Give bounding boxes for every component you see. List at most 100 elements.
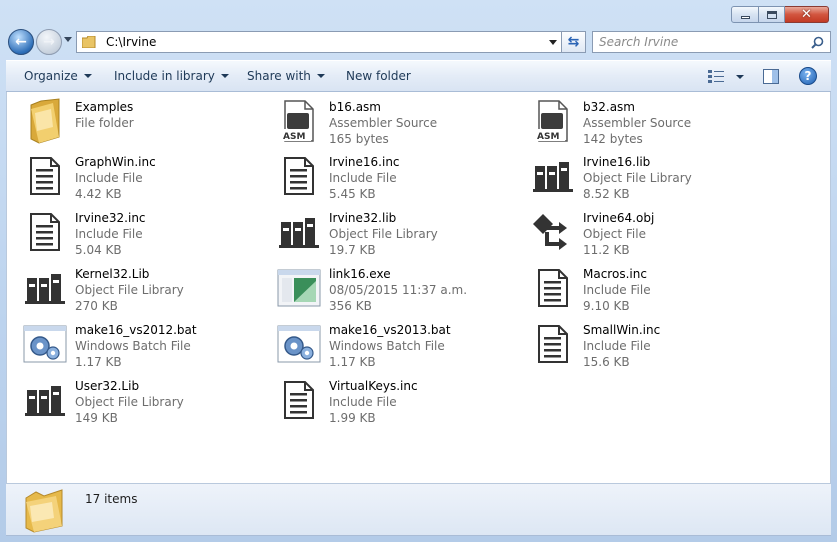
file-name: Macros.inc (583, 267, 647, 281)
file-meta: make16_vs2013.bat Windows Batch File 1.17 … (329, 320, 451, 372)
file-type: Windows Batch File (329, 339, 445, 353)
address-dropdown[interactable] (549, 40, 557, 45)
batch-icon (21, 320, 69, 368)
file-type: Object File (583, 227, 646, 241)
file-meta: VirtualKeys.inc Include File 1.99 KB (329, 376, 418, 428)
file-type: File folder (75, 116, 134, 130)
close-button[interactable]: ✕ (785, 6, 829, 23)
file-item[interactable]: Irvine32.inc Include File 5.04 KB (21, 208, 271, 260)
file-item[interactable]: make16_vs2012.bat Windows Batch File 1.17 … (21, 320, 271, 372)
file-name: link16.exe (329, 267, 391, 281)
file-item[interactable]: Kernel32.Lib Object File Library 270 KB (21, 264, 271, 316)
file-item[interactable]: Examples File folder (21, 97, 271, 149)
help-button[interactable]: ? (799, 67, 817, 85)
search-input[interactable] (599, 35, 799, 49)
chevron-down-icon (316, 74, 325, 78)
file-item[interactable]: GraphWin.inc Include File 4.42 KB (21, 152, 271, 204)
svg-text:ASM: ASM (283, 132, 305, 142)
file-type: Assembler Source (329, 116, 438, 130)
address-text[interactable]: C:\Irvine (106, 35, 156, 49)
forward-button[interactable]: → (36, 29, 62, 55)
file-type: Object File Library (75, 283, 184, 297)
file-item[interactable]: link16.exe 08/05/2015 11:37 a.m. 356 KB (275, 264, 525, 316)
maximize-icon (766, 10, 777, 19)
document-icon (21, 208, 69, 256)
file-item[interactable]: Macros.inc Include File 9.10 KB (529, 264, 779, 316)
new-folder-label: New folder (346, 69, 411, 83)
file-size: 270 KB (75, 299, 118, 313)
file-item[interactable]: Irvine32.lib Object File Library 19.7 KB (275, 208, 525, 260)
include-in-library-menu[interactable]: Include in library (114, 69, 229, 83)
refresh-icon: ⇆ (567, 34, 580, 50)
file-meta: Irvine32.inc Include File 5.04 KB (75, 208, 146, 260)
library-icon (529, 152, 577, 200)
chevron-down-icon (83, 74, 92, 78)
recent-pages-dropdown[interactable] (64, 37, 72, 42)
file-item[interactable]: VirtualKeys.inc Include File 1.99 KB (275, 376, 525, 428)
library-icon (275, 208, 323, 256)
file-type: Include File (75, 227, 143, 241)
share-with-label: Share with (247, 69, 311, 83)
organize-menu[interactable]: Organize (24, 69, 92, 83)
batch-icon (275, 320, 323, 368)
view-options-icon (708, 70, 724, 83)
asm-icon: ASM (275, 97, 323, 145)
details-pane: 17 items (6, 483, 831, 536)
file-item[interactable]: ASM b16.asm Assembler Source 165 bytes (275, 97, 525, 149)
change-view-button[interactable] (708, 70, 744, 84)
file-type: Object File Library (75, 395, 184, 409)
chevron-down-icon (736, 75, 744, 79)
file-meta: Kernel32.Lib Object File Library 270 KB (75, 264, 184, 316)
file-name: b32.asm (583, 100, 635, 114)
file-size: 8.52 KB (583, 187, 630, 201)
file-meta: link16.exe 08/05/2015 11:37 a.m. 356 KB (329, 264, 467, 316)
file-size: 19.7 KB (329, 243, 376, 257)
preview-pane-button[interactable] (763, 69, 779, 87)
new-folder-button[interactable]: New folder (346, 69, 411, 83)
document-icon (529, 320, 577, 368)
document-icon (275, 152, 323, 200)
file-name: SmallWin.inc (583, 323, 661, 337)
forward-arrow-icon: → (43, 34, 55, 50)
file-type: Include File (583, 339, 651, 353)
file-size: 4.42 KB (75, 187, 122, 201)
file-item[interactable]: ASM b32.asm Assembler Source 142 bytes (529, 97, 779, 149)
file-type: Include File (329, 395, 397, 409)
asm-icon: ASM (529, 97, 577, 145)
back-button[interactable]: ← (8, 29, 34, 55)
refresh-button[interactable]: ⇆ (562, 31, 586, 53)
maximize-button[interactable] (759, 6, 785, 23)
address-bar[interactable]: C:\Irvine (76, 31, 562, 53)
search-box[interactable] (592, 31, 831, 53)
file-meta: Examples File folder (75, 97, 134, 149)
chevron-down-icon (220, 74, 229, 78)
file-meta: make16_vs2012.bat Windows Batch File 1.17 … (75, 320, 197, 372)
document-icon (275, 376, 323, 424)
file-item[interactable]: Irvine16.inc Include File 5.45 KB (275, 152, 525, 204)
library-icon (21, 376, 69, 424)
share-with-menu[interactable]: Share with (247, 69, 325, 83)
preview-pane-icon (763, 69, 779, 84)
file-type: Include File (75, 171, 143, 185)
minimize-button[interactable] (731, 6, 759, 23)
file-item[interactable]: SmallWin.inc Include File 15.6 KB (529, 320, 779, 372)
file-item[interactable]: User32.Lib Object File Library 149 KB (21, 376, 271, 428)
file-name: Irvine64.obj (583, 211, 655, 225)
file-meta: User32.Lib Object File Library 149 KB (75, 376, 184, 428)
folder-icon (21, 97, 69, 145)
file-item[interactable]: Irvine64.obj Object File 11.2 KB (529, 208, 779, 260)
folder-icon (25, 489, 63, 533)
file-name: make16_vs2013.bat (329, 323, 451, 337)
file-meta: GraphWin.inc Include File 4.42 KB (75, 152, 156, 204)
file-size: 1.99 KB (329, 411, 376, 425)
file-size: 5.45 KB (329, 187, 376, 201)
file-item[interactable]: make16_vs2013.bat Windows Batch File 1.17 … (275, 320, 525, 372)
file-meta: Irvine32.lib Object File Library 19.7 KB (329, 208, 438, 260)
file-name: Irvine32.inc (75, 211, 146, 225)
file-type: Include File (329, 171, 397, 185)
file-item[interactable]: Irvine16.lib Object File Library 8.52 KB (529, 152, 779, 204)
file-type: Object File Library (329, 227, 438, 241)
file-size: 15.6 KB (583, 355, 630, 369)
document-icon (21, 152, 69, 200)
file-meta: Irvine16.lib Object File Library 8.52 KB (583, 152, 692, 204)
